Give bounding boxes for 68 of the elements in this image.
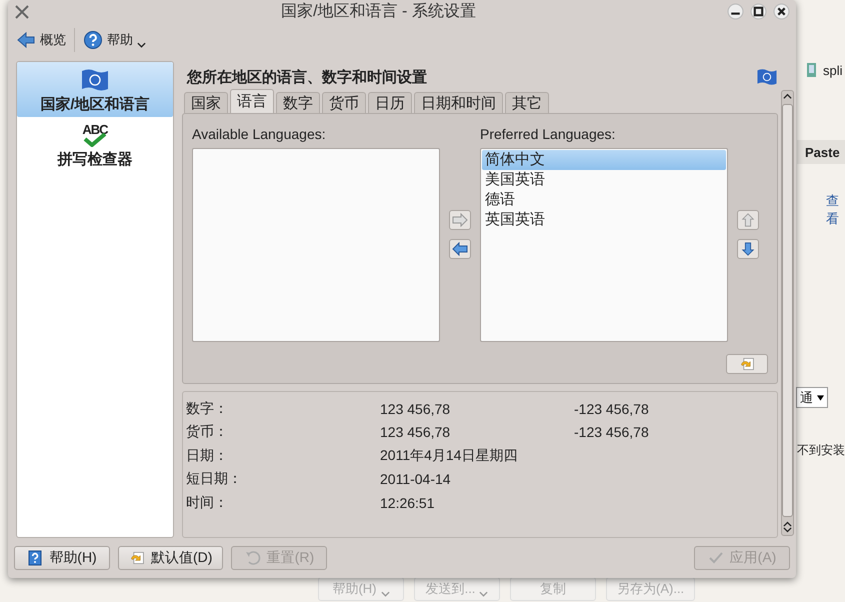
dropdown-select[interactable]: 通 bbox=[796, 387, 828, 408]
right-arrow-icon bbox=[452, 213, 468, 227]
column-header: Paste bbox=[797, 140, 845, 164]
preview-value: 2011-04-14 bbox=[380, 471, 452, 488]
maximize-icon[interactable] bbox=[750, 3, 767, 20]
sidebar-item[interactable]: 国家/地区和语言 bbox=[17, 62, 173, 117]
dropdown-arrow-icon bbox=[817, 394, 824, 400]
toolbar-button[interactable]: 概览 bbox=[12, 28, 70, 52]
revert-button[interactable] bbox=[726, 354, 768, 374]
sidebar-item-label: 国家/地区和语言 bbox=[40, 95, 150, 114]
list-item[interactable]: 英国英语 bbox=[482, 210, 726, 230]
preview-value: 123 456,78 bbox=[380, 424, 452, 440]
scrollbar-thumb[interactable] bbox=[782, 104, 793, 517]
chevron-down-icon bbox=[479, 591, 488, 597]
minimize-icon[interactable] bbox=[727, 3, 744, 20]
preview-label: 短日期： bbox=[186, 470, 243, 488]
preview-label: 货币： bbox=[186, 423, 229, 442]
reset-arrow-icon bbox=[244, 550, 261, 566]
up-arrow-icon bbox=[740, 213, 756, 227]
help-icon bbox=[83, 30, 103, 50]
browser-tab[interactable]: spli bbox=[804, 62, 843, 78]
sidebar-item[interactable]: ABC 拼写检查器 bbox=[17, 117, 173, 172]
preview-value: 123 456,78 bbox=[380, 400, 452, 417]
back-arrow-icon bbox=[16, 30, 36, 50]
toolbar-button[interactable]: 帮助 bbox=[79, 28, 150, 52]
chevron-down-icon bbox=[137, 42, 146, 48]
left-arrow-icon bbox=[452, 242, 468, 256]
dialog-button[interactable]: 默认值(D) bbox=[118, 546, 224, 570]
down-arrow-icon bbox=[740, 242, 756, 256]
list-label: Preferred Languages: bbox=[480, 126, 616, 142]
sidebar-item-label: 拼写检查器 bbox=[58, 150, 132, 169]
scrollbar[interactable] bbox=[781, 90, 794, 536]
preview-negative-value: -123 456,78 bbox=[574, 400, 650, 417]
view-link[interactable]: 查看 bbox=[826, 192, 845, 228]
window-title: 国家/地区和语言 - 系统设置 bbox=[280, 2, 477, 22]
preferred-languages-list[interactable]: 简体中文 美国英语 德语 英国英语 bbox=[480, 148, 728, 342]
tab[interactable]: 语言 bbox=[230, 89, 274, 113]
page-heading: 您所在地区的语言、数字和时间设置 bbox=[187, 68, 427, 86]
undo-icon bbox=[129, 550, 145, 566]
tab[interactable]: 国家 bbox=[184, 92, 228, 113]
list-item[interactable]: 德语 bbox=[482, 190, 726, 210]
tab[interactable]: 日期和时间 bbox=[414, 92, 503, 113]
preview-negative-value: -123 456,78 bbox=[574, 424, 650, 440]
tab[interactable]: 数字 bbox=[276, 92, 320, 113]
tab[interactable]: 货币 bbox=[322, 92, 366, 113]
list-item[interactable]: 简体中文 bbox=[482, 150, 726, 170]
preview-label: 数字： bbox=[186, 400, 229, 418]
flag-icon bbox=[80, 68, 110, 92]
preview-label: 时间： bbox=[186, 494, 229, 512]
undo-icon bbox=[739, 357, 755, 371]
list-label: Available Languages: bbox=[192, 126, 327, 142]
remove-button[interactable] bbox=[449, 239, 471, 259]
preview-value: 12:26:51 bbox=[380, 494, 436, 511]
preview-label: 日期： bbox=[186, 446, 229, 465]
checkmark-icon bbox=[708, 550, 724, 566]
page-text: 不到安装 bbox=[797, 442, 845, 459]
dialog-button[interactable]: 帮助(H) bbox=[14, 546, 110, 570]
list-item[interactable]: 美国英语 bbox=[482, 170, 726, 190]
flag-icon bbox=[756, 68, 778, 86]
chevron-down-icon bbox=[380, 591, 390, 597]
help-book-icon bbox=[27, 550, 44, 566]
tab[interactable]: 日历 bbox=[368, 92, 412, 113]
move-down-button[interactable] bbox=[737, 239, 759, 259]
close-icon[interactable] bbox=[773, 3, 790, 20]
scroll-arrows-icon[interactable] bbox=[783, 521, 792, 533]
tab[interactable]: 其它 bbox=[505, 92, 549, 113]
preview-value: 2011年4月14日星期四 bbox=[380, 446, 518, 465]
scroll-up-icon[interactable] bbox=[783, 93, 792, 100]
